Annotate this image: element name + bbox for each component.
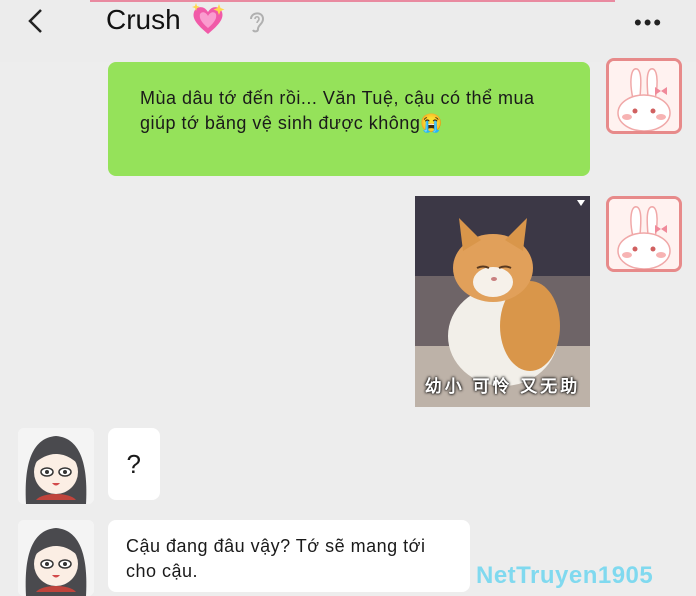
avatar-self[interactable] <box>606 196 682 272</box>
bunny-avatar-icon <box>609 199 679 269</box>
sticker-image[interactable]: 幼小 可怜 又无助 <box>415 196 590 407</box>
girl-avatar-icon <box>18 428 94 504</box>
outgoing-message-bubble[interactable]: Mùa dâu tớ đến rồi... Văn Tuệ, cậu có th… <box>108 62 590 176</box>
avatar-contact[interactable] <box>18 428 94 504</box>
more-options-button[interactable]: ••• <box>634 10 663 36</box>
chat-header: Crush ••• <box>0 0 696 62</box>
header-accent-line <box>90 0 615 2</box>
ear-icon[interactable] <box>246 8 268 34</box>
watermark: NetTruyen1905 <box>476 562 654 589</box>
girl-avatar-icon <box>18 520 94 596</box>
bunny-avatar-icon <box>609 61 679 131</box>
avatar-contact[interactable] <box>18 520 94 596</box>
incoming-message-bubble[interactable]: ? <box>108 428 160 500</box>
back-arrow-icon[interactable] <box>22 6 52 36</box>
incoming-message-text: ? <box>126 449 142 479</box>
incoming-message-bubble[interactable]: Cậu đang đâu vậy? Tớ sẽ mang tới cho cậu… <box>108 520 470 592</box>
incoming-message-text: Cậu đang đâu vậy? Tớ sẽ mang tới cho cậu… <box>126 536 426 581</box>
sticker-caption: 幼小 可怜 又无助 <box>424 377 581 396</box>
chat-title: Crush <box>106 4 181 35</box>
outgoing-message-text: Mùa dâu tớ đến rồi... Văn Tuệ, cậu có th… <box>140 88 535 133</box>
sparkling-heart-icon <box>192 3 225 34</box>
avatar-self[interactable] <box>606 58 682 134</box>
